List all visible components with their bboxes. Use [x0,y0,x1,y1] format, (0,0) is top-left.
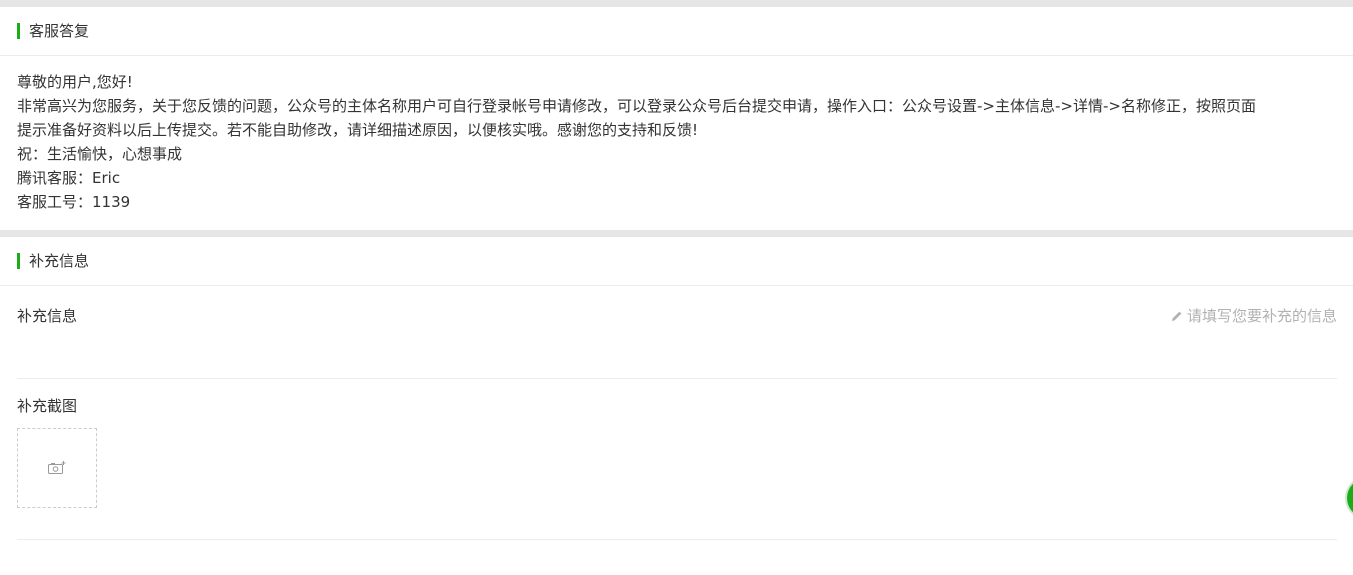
reply-agent-id: 客服工号：1139 [17,193,131,211]
supplement-info-placeholder: 请填写您要补充的信息 [1186,307,1337,325]
camera-plus-icon [48,461,66,474]
reply-body-line-2: 提示准备好资料以后上传提交。若不能自助修改，请详细描述原因，以便核实哦。感谢您的… [17,121,699,139]
feedback-detail-page: 客服答复 尊敬的用户,您好! 非常高兴为您服务，关于您反馈的问题，公众号的主体名… [0,0,1353,575]
reply-greeting: 尊敬的用户,您好! [17,73,133,91]
supplement-section-header: 补充信息 [0,237,1353,286]
field-divider [17,378,1337,379]
supplement-section-title: 补充信息 [29,252,90,270]
field-divider [17,539,1337,540]
reply-body-line-1: 非常高兴为您服务，关于您反馈的问题，公众号的主体名称用户可自行登录帐号申请修改，… [17,97,1256,115]
reply-wish: 祝：生活愉快，心想事成 [17,145,183,163]
top-separator [0,0,1353,7]
supplement-info-input[interactable]: 请填写您要补充的信息 [1171,305,1337,327]
reply-section-header: 客服答复 [0,7,1353,56]
reply-content: 尊敬的用户,您好! 非常高兴为您服务，关于您反馈的问题，公众号的主体名称用户可自… [17,70,1342,214]
middle-separator [0,230,1353,237]
floating-action-button[interactable] [1347,478,1353,518]
add-screenshot-button[interactable] [17,428,97,508]
section-accent-bar [17,253,20,269]
reply-agent-name: 腾讯客服：Eric [17,169,121,187]
supplement-screenshot-label: 补充截图 [17,397,78,415]
reply-section-title: 客服答复 [29,22,90,40]
supplement-info-label: 补充信息 [17,307,78,325]
section-accent-bar [17,23,20,39]
pencil-icon [1171,311,1182,321]
